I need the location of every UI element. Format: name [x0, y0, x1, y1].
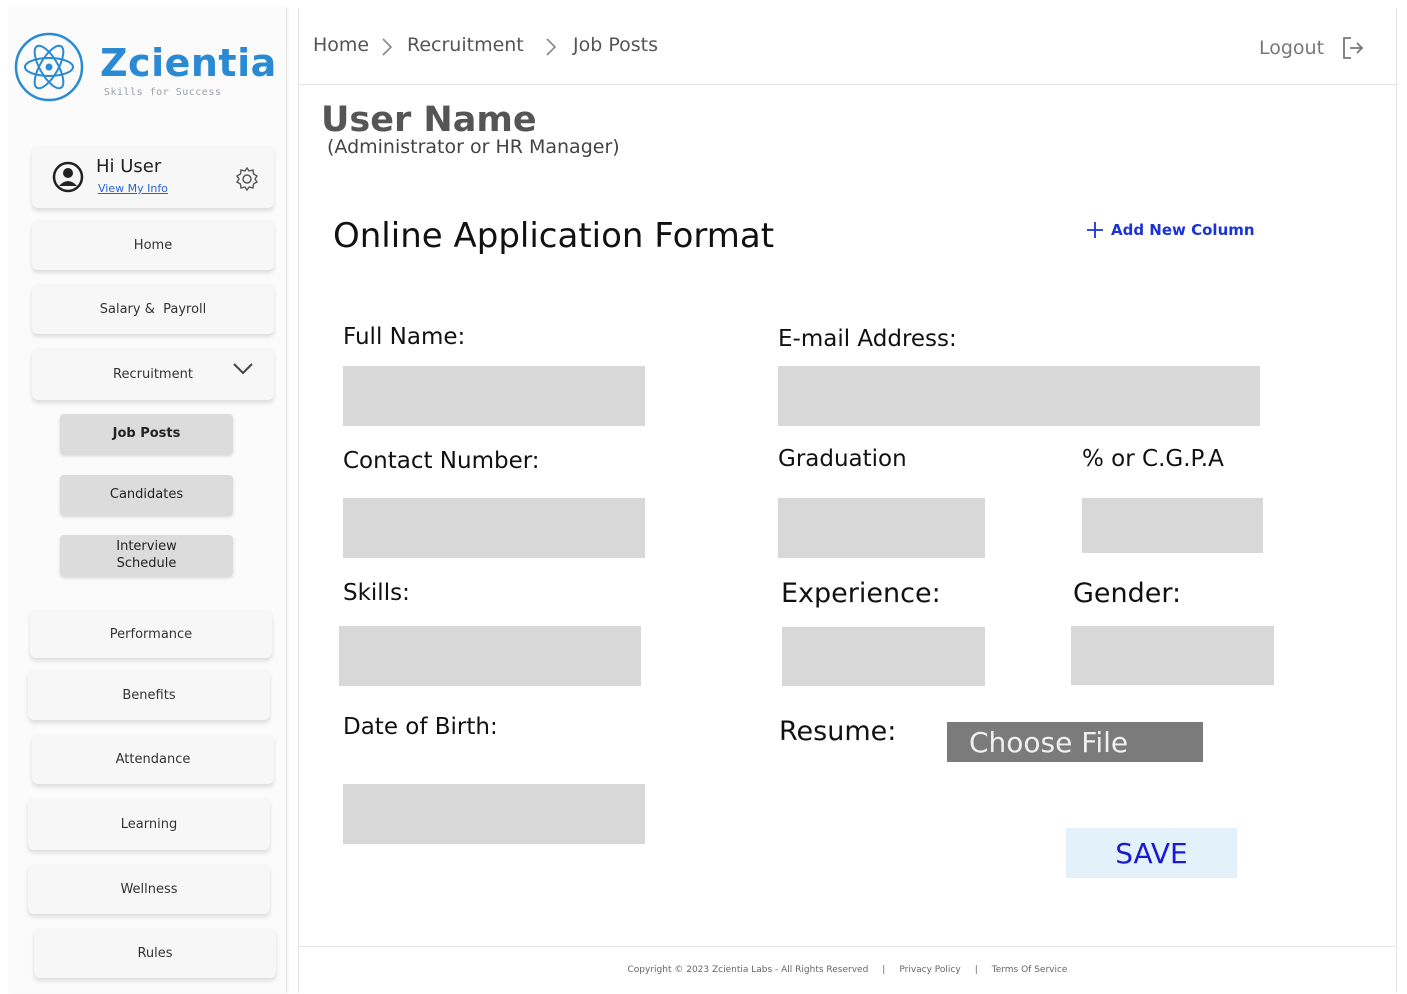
form-title: Online Application Format — [333, 216, 775, 256]
nav-attendance[interactable]: Attendance — [32, 734, 274, 784]
dob-label: Date of Birth: — [343, 714, 498, 740]
logout-button[interactable]: Logout — [1259, 37, 1324, 59]
experience-label: Experience: — [781, 578, 941, 609]
nav-attendance-label: Attendance — [115, 751, 191, 767]
plus-icon — [1087, 222, 1103, 238]
nav-benefits-label: Benefits — [122, 687, 176, 703]
add-new-column-button[interactable]: Add New Column — [1085, 220, 1255, 240]
gender-label: Gender: — [1073, 578, 1182, 609]
user-avatar-icon — [52, 161, 84, 193]
footer: Copyright © 2023 Zcientia Labs - All Rig… — [299, 946, 1396, 994]
nav-rules[interactable]: Rules — [34, 928, 276, 978]
chevron-right-icon — [546, 38, 557, 56]
nav-benefits[interactable]: Benefits — [28, 670, 270, 720]
resume-label: Resume: — [779, 716, 897, 747]
sub-nav-candidates[interactable]: Candidates — [60, 475, 233, 515]
nav-learning-label: Learning — [120, 816, 178, 832]
sub-nav-interview-schedule[interactable]: Interview Schedule — [60, 535, 233, 576]
contact-number-label: Contact Number: — [343, 448, 540, 474]
nav-wellness-label: Wellness — [120, 881, 178, 897]
email-field[interactable] — [778, 366, 1260, 426]
save-button[interactable]: SAVE — [1066, 828, 1237, 878]
chevron-right-icon — [382, 38, 393, 56]
footer-copyright: Copyright © 2023 Zcientia Labs - All Rig… — [627, 965, 869, 975]
nav-recruitment[interactable]: Recruitment — [32, 348, 274, 400]
top-bar: Home Recruitment Job Posts Logout — [299, 8, 1396, 85]
nav-salary-payroll[interactable]: Salary & Payroll — [32, 284, 274, 334]
footer-terms-link[interactable]: Terms Of Service — [992, 965, 1068, 975]
nav-wellness[interactable]: Wellness — [28, 864, 270, 914]
nav-home[interactable]: Home — [32, 220, 274, 270]
footer-separator: | — [974, 965, 978, 975]
dob-field[interactable] — [343, 784, 645, 844]
full-name-field[interactable] — [343, 366, 645, 426]
brand-tagline: Skills for Success — [104, 87, 222, 98]
choose-file-label: Choose File — [969, 725, 1129, 759]
graduation-field[interactable] — [778, 498, 985, 558]
breadcrumb-recruitment[interactable]: Recruitment — [407, 34, 524, 56]
sub-nav-candidates-label: Candidates — [109, 486, 184, 502]
nav-performance-label: Performance — [109, 626, 193, 642]
graduation-label: Graduation — [778, 446, 907, 472]
nav-learning[interactable]: Learning — [28, 798, 270, 850]
nav-home-label: Home — [133, 237, 173, 253]
sub-nav-interview-label: Interview Schedule — [116, 539, 177, 571]
profile-name: User Name — [321, 100, 537, 140]
contact-number-field[interactable] — [343, 498, 645, 558]
gear-icon[interactable] — [234, 166, 260, 192]
view-my-info-link[interactable]: View My Info — [98, 182, 168, 195]
skills-label: Skills: — [343, 580, 410, 606]
nav-salary-label: Salary & Payroll — [99, 301, 207, 317]
gender-field[interactable] — [1071, 626, 1274, 685]
footer-privacy-link[interactable]: Privacy Policy — [899, 965, 960, 975]
logout-icon[interactable] — [1341, 35, 1365, 61]
user-greeting: Hi User — [96, 156, 162, 177]
experience-field[interactable] — [782, 627, 985, 686]
profile-role: (Administrator or HR Manager) — [327, 136, 620, 158]
email-label: E-mail Address: — [778, 326, 957, 352]
nav-rules-label: Rules — [137, 945, 173, 961]
atom-logo-icon — [14, 32, 84, 102]
sidebar: Zcientia Skills for Success Hi User View… — [8, 8, 287, 993]
sub-nav-job-posts-label: Job Posts — [112, 425, 181, 441]
brand-name: Zcientia — [100, 41, 277, 85]
skills-field[interactable] — [339, 626, 641, 686]
full-name-label: Full Name: — [343, 324, 466, 350]
brand-logo[interactable]: Zcientia Skills for Success — [14, 30, 277, 106]
save-label: SAVE — [1115, 836, 1188, 870]
breadcrumb-home[interactable]: Home — [313, 34, 369, 56]
user-card: Hi User View My Info — [32, 146, 274, 208]
chevron-down-icon[interactable] — [232, 362, 254, 376]
cgpa-field[interactable] — [1082, 498, 1263, 553]
main-content: Home Recruitment Job Posts Logout User N… — [298, 8, 1397, 993]
footer-separator: | — [882, 965, 886, 975]
nav-recruitment-label: Recruitment — [113, 366, 193, 382]
breadcrumb-job-posts: Job Posts — [573, 34, 658, 56]
cgpa-label: % or C.G.P.A — [1082, 446, 1224, 472]
choose-file-button[interactable]: Choose File — [947, 722, 1203, 762]
nav-performance[interactable]: Performance — [30, 610, 272, 658]
add-new-column-label: Add New Column — [1111, 221, 1255, 239]
sub-nav-job-posts[interactable]: Job Posts — [60, 414, 233, 454]
